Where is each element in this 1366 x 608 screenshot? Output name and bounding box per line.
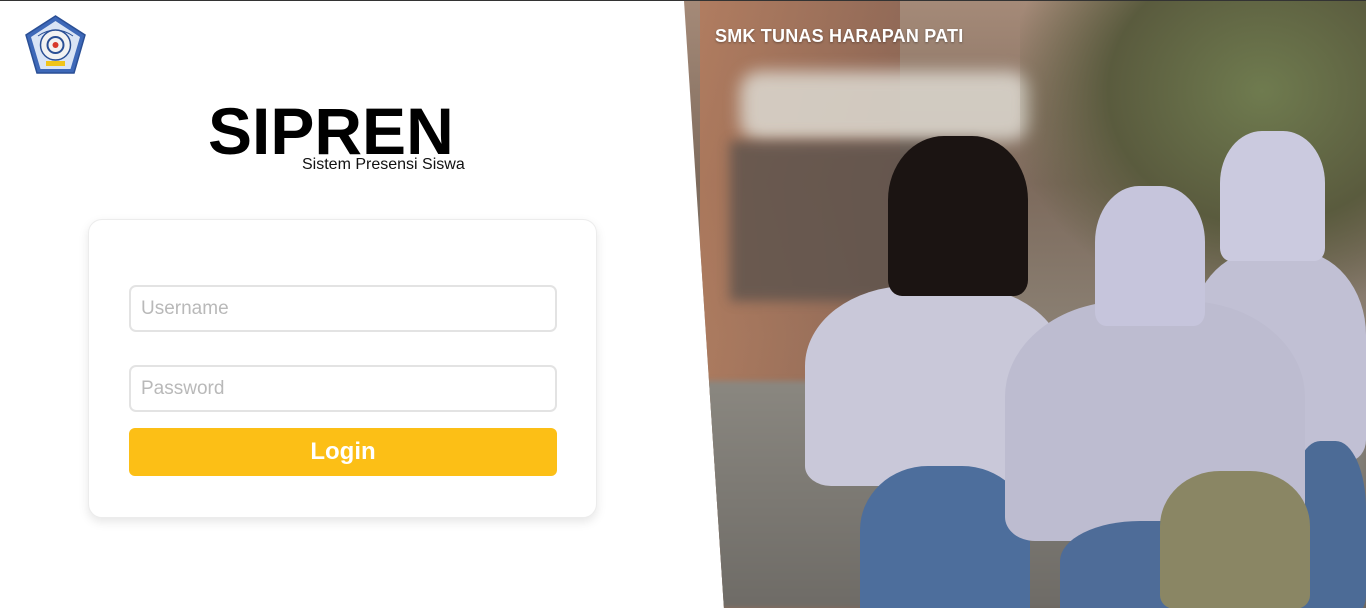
password-input[interactable]: [129, 365, 557, 412]
photo-bg-canopy: [740, 71, 1030, 141]
backpack: [1160, 471, 1310, 608]
student-figure: [888, 136, 1028, 296]
school-name: SMK TUNAS HARAPAN PATI: [715, 26, 964, 46]
login-card: Login: [88, 219, 597, 518]
app-subtitle: Sistem Presensi Siswa: [302, 156, 465, 173]
school-emblem-icon: [25, 15, 86, 74]
login-button[interactable]: Login: [129, 428, 557, 476]
username-input[interactable]: [129, 285, 557, 332]
student-figure: [1220, 131, 1325, 261]
student-figure: [1095, 186, 1205, 326]
